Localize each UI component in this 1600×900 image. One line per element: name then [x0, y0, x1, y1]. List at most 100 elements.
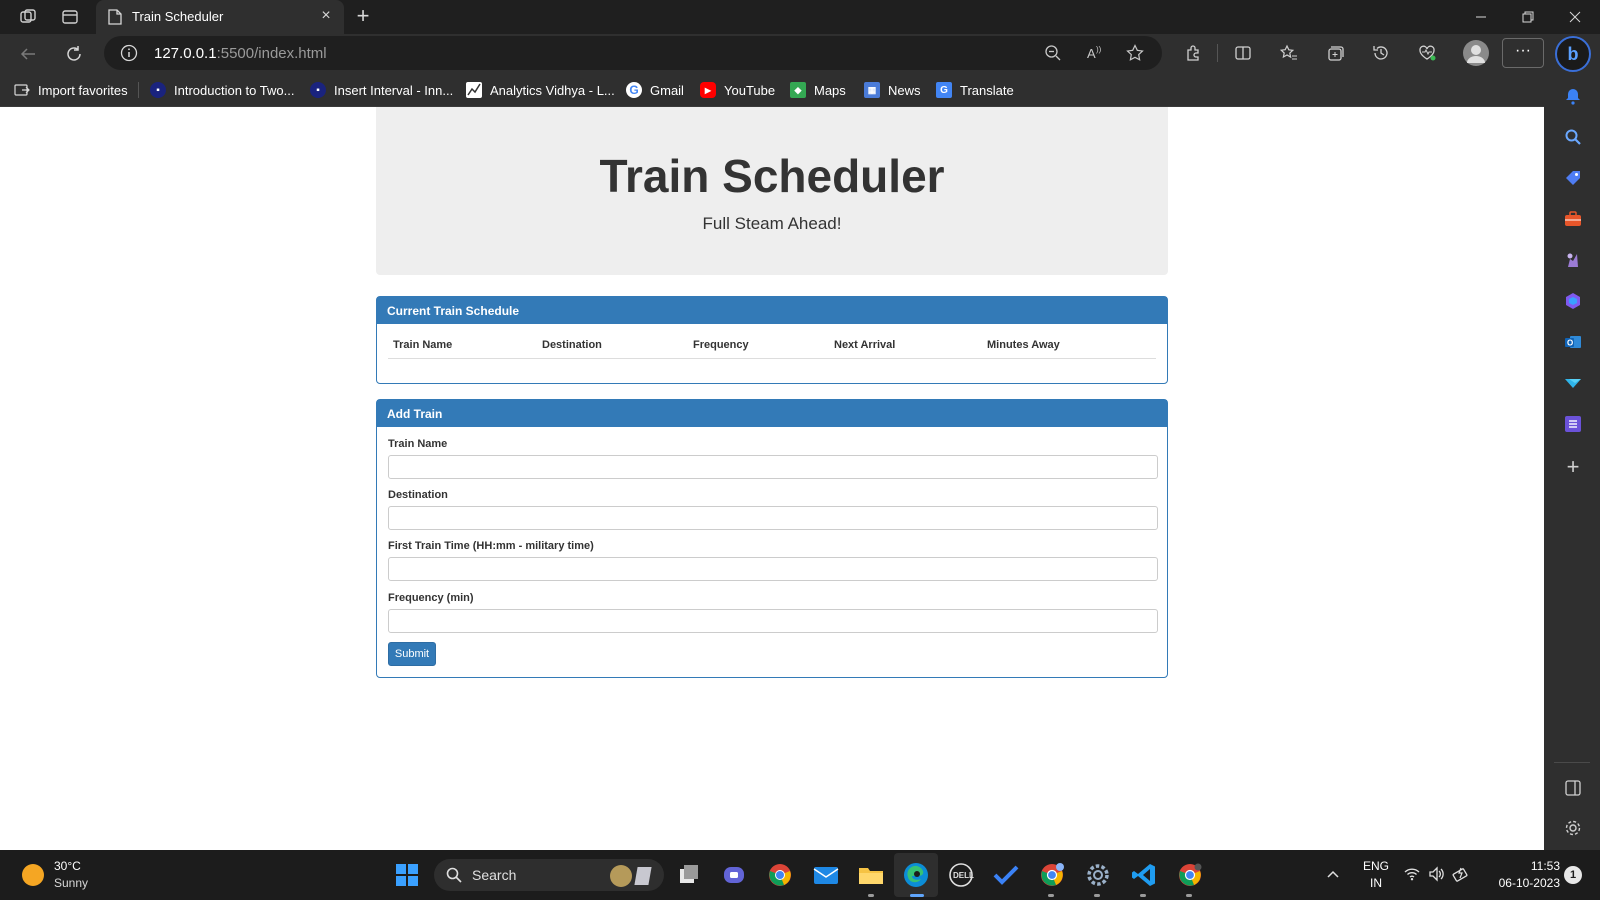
destination-input[interactable]	[388, 506, 1158, 530]
frequency-input[interactable]	[388, 609, 1158, 633]
wifi-icon[interactable]	[1404, 867, 1420, 886]
search-icon[interactable]	[1563, 127, 1583, 147]
favorite-maps[interactable]: ◆ Maps	[790, 80, 846, 100]
search-highlight-card-icon	[634, 867, 652, 885]
minimize-icon[interactable]	[1458, 0, 1504, 34]
chrome-profile-icon[interactable]	[1038, 861, 1066, 889]
restore-icon[interactable]	[1505, 0, 1551, 34]
volume-icon[interactable]	[1428, 866, 1446, 887]
search-highlight-icon	[610, 865, 632, 887]
vscode-icon[interactable]	[1130, 861, 1158, 889]
todo-check-icon[interactable]	[992, 861, 1020, 889]
schedule-panel-heading: Current Train Schedule	[377, 297, 1167, 324]
close-tab-icon[interactable]: ×	[318, 8, 334, 24]
file-explorer-icon[interactable]	[857, 861, 885, 889]
bing-copilot-icon[interactable]: b	[1555, 36, 1591, 72]
tab-actions-icon[interactable]	[60, 7, 80, 27]
windows-start-icon[interactable]	[393, 861, 421, 889]
history-icon[interactable]	[1370, 42, 1392, 64]
favorite-label: Gmail	[650, 82, 684, 98]
microsoft-365-icon[interactable]	[1563, 291, 1583, 311]
settings-gear-icon[interactable]	[1084, 861, 1112, 889]
drop-icon[interactable]	[1563, 373, 1583, 393]
collections-icon[interactable]	[1324, 42, 1346, 64]
chrome-icon[interactable]	[766, 861, 794, 889]
sidebar-settings-gear-icon[interactable]	[1563, 818, 1583, 838]
language-indicator-top[interactable]: ENG	[1358, 859, 1394, 873]
add-sidebar-app-icon[interactable]: +	[1563, 454, 1583, 479]
site-info-icon[interactable]	[120, 44, 138, 62]
read-aloud-icon[interactable]: A))	[1086, 44, 1104, 62]
settings-and-more-icon[interactable]: ···	[1502, 38, 1544, 68]
running-indicator	[1094, 894, 1100, 897]
back-icon[interactable]	[16, 42, 40, 66]
favorite-label: Insert Interval - Inn...	[334, 82, 454, 98]
running-indicator	[1140, 894, 1146, 897]
taskbar-search-box[interactable]: Search	[434, 859, 664, 891]
performance-icon[interactable]	[1416, 42, 1438, 64]
google-icon: G	[626, 82, 642, 98]
todo-list-icon[interactable]	[1563, 414, 1583, 434]
hide-sidebar-icon[interactable]	[1563, 778, 1583, 798]
close-window-icon[interactable]	[1552, 0, 1598, 34]
analytics-icon	[466, 82, 482, 98]
address-bar[interactable]: 127.0.0.1:5500/index.html A))	[104, 36, 1162, 70]
favorite-label: Analytics Vidhya - L...	[490, 82, 615, 98]
favorite-gmail[interactable]: G Gmail	[626, 80, 684, 100]
split-screen-icon[interactable]	[1232, 42, 1254, 64]
teams-chat-icon[interactable]	[720, 861, 748, 889]
favorite-label: Translate	[960, 82, 1014, 98]
games-icon[interactable]	[1563, 250, 1583, 270]
maps-icon: ◆	[790, 82, 806, 98]
profile-avatar-icon[interactable]	[1463, 40, 1489, 66]
task-view-icon[interactable]	[675, 861, 703, 889]
clock-date[interactable]: 06-10-2023	[1484, 876, 1560, 890]
chrome-secondary-icon[interactable]	[1176, 861, 1204, 889]
page-title: Train Scheduler	[599, 150, 945, 202]
tools-briefcase-icon[interactable]	[1563, 209, 1583, 229]
mail-icon[interactable]	[812, 861, 840, 889]
new-tab-icon[interactable]: +	[352, 5, 374, 28]
browser-toolbar: 127.0.0.1:5500/index.html A)) ··· b	[0, 34, 1600, 72]
clock-time[interactable]: 11:53	[1484, 859, 1560, 873]
running-indicator	[1186, 894, 1192, 897]
language-indicator-bottom[interactable]: IN	[1358, 876, 1394, 890]
favorites-icon[interactable]	[1278, 42, 1300, 64]
column-header-next-arrival: Next Arrival	[834, 339, 896, 351]
extensions-icon[interactable]	[1182, 42, 1204, 64]
submit-button[interactable]: Submit	[388, 642, 436, 666]
favorite-import[interactable]: Import favorites	[14, 80, 128, 100]
favorite-news[interactable]: ▦ News	[864, 80, 921, 100]
favorite-analytics-vidhya[interactable]: Analytics Vidhya - L...	[466, 80, 615, 100]
favorite-star-icon[interactable]	[1126, 44, 1144, 62]
workspaces-icon[interactable]	[18, 7, 38, 27]
shopping-tag-icon[interactable]	[1563, 168, 1583, 188]
favorite-translate[interactable]: G Translate	[936, 80, 1014, 100]
add-train-panel: Add Train Train Name Destination First T…	[376, 399, 1168, 678]
sun-weather-icon[interactable]	[22, 864, 44, 886]
notifications-bell-icon[interactable]	[1563, 86, 1583, 106]
tab-train-scheduler[interactable]: Train Scheduler ×	[96, 0, 344, 34]
edge-icon[interactable]	[902, 861, 930, 889]
weather-temperature[interactable]: 30°C	[54, 859, 81, 873]
active-indicator	[910, 894, 924, 897]
frequency-label: Frequency (min)	[388, 592, 474, 604]
outlook-icon[interactable]: O	[1563, 332, 1583, 352]
notification-count-badge[interactable]: 1	[1564, 866, 1582, 884]
first-train-time-input[interactable]	[388, 557, 1158, 581]
page-viewport: Train Scheduler Full Steam Ahead! Curren…	[0, 107, 1544, 850]
weather-description[interactable]: Sunny	[54, 876, 88, 890]
zoom-out-icon[interactable]	[1044, 44, 1062, 62]
page-subtitle: Full Steam Ahead!	[702, 214, 842, 233]
dell-icon[interactable]: DELL	[947, 861, 975, 889]
favorite-insert-interval[interactable]: ▪ Insert Interval - Inn...	[310, 80, 453, 100]
refresh-icon[interactable]	[62, 42, 86, 66]
show-hidden-icons-chevron-icon[interactable]	[1326, 867, 1340, 881]
favorite-youtube[interactable]: ▶ YouTube	[700, 80, 775, 100]
url-text[interactable]: 127.0.0.1:5500/index.html	[154, 45, 327, 62]
favorite-introduction[interactable]: ▪ Introduction to Two...	[150, 80, 294, 100]
train-name-input[interactable]	[388, 455, 1158, 479]
svg-text:A: A	[1087, 46, 1096, 61]
translate-icon: G	[936, 82, 952, 98]
battery-icon[interactable]	[1452, 866, 1470, 887]
